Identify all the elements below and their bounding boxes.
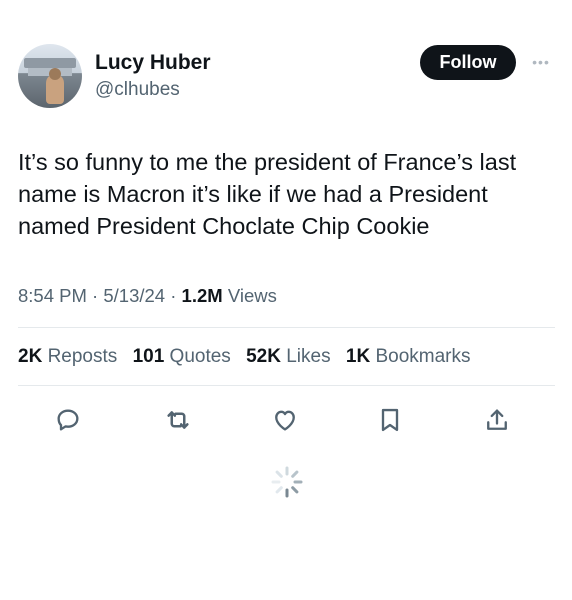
tweet-meta: 8:54 PM · 5/13/24 · 1.2M Views	[18, 284, 277, 308]
tweet-date[interactable]: 5/13/24	[103, 285, 165, 306]
more-dots-icon[interactable]: •••	[528, 52, 554, 72]
bookmarks-stat[interactable]: 1K Bookmarks	[346, 346, 471, 367]
bookmarks-label: Bookmarks	[375, 346, 471, 367]
views-count: 1.2M	[181, 285, 223, 306]
engagement-stats: 2K Reposts 101 Quotes 52K Likes 1K Bookm…	[18, 344, 480, 370]
avatar[interactable]	[18, 44, 82, 108]
divider-top	[18, 327, 555, 328]
author-handle[interactable]: @clhubes	[95, 79, 180, 101]
reposts-count: 2K	[18, 346, 43, 367]
reposts-label: Reposts	[47, 346, 118, 367]
reposts-stat[interactable]: 2K Reposts	[18, 346, 117, 367]
views-label: Views	[227, 285, 277, 306]
likes-count: 52K	[246, 346, 281, 367]
quotes-label: Quotes	[169, 346, 231, 367]
avatar-building-roof	[24, 58, 76, 68]
author-name[interactable]: Lucy Huber	[95, 51, 211, 75]
meta-separator: ·	[92, 285, 99, 306]
avatar-person-head	[49, 68, 61, 80]
quotes-stat[interactable]: 101 Quotes	[133, 346, 231, 367]
bookmarks-count: 1K	[345, 346, 371, 367]
share-icon[interactable]	[481, 404, 513, 436]
bookmark-icon[interactable]	[374, 404, 406, 436]
follow-button[interactable]: Follow	[420, 45, 516, 80]
likes-label: Likes	[286, 346, 331, 367]
quotes-count: 101	[132, 346, 165, 367]
meta-separator: ·	[170, 285, 177, 306]
reply-icon[interactable]	[52, 404, 84, 436]
tweet-text: It’s so funny to me the president of Fra…	[18, 149, 517, 239]
tweet-time[interactable]: 8:54 PM	[18, 285, 87, 306]
action-bar	[0, 404, 572, 436]
loading-spinner-icon	[270, 465, 304, 499]
repost-icon[interactable]	[162, 404, 194, 436]
divider-bottom	[18, 385, 555, 386]
likes-stat[interactable]: 52K Likes	[246, 346, 331, 367]
like-icon[interactable]	[269, 404, 301, 436]
